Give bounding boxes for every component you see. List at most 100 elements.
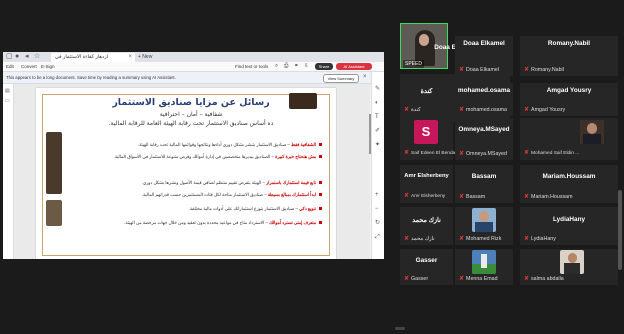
participant-tile[interactable]: Bassam ✘ Bassam bbox=[455, 165, 513, 203]
share-button[interactable]: Share bbox=[315, 63, 333, 70]
view-summary-button[interactable]: View Summary bbox=[323, 74, 359, 83]
participant-name: Doaa Elkamel bbox=[463, 40, 505, 47]
participant-tile[interactable]: ✘ Menna Emad bbox=[455, 249, 513, 285]
avatar bbox=[580, 120, 604, 144]
new-tab-button[interactable]: + New bbox=[138, 53, 152, 61]
participant-label: ✘ Romany.Nabil bbox=[524, 67, 564, 73]
participant-label: ✘ Menna Emad bbox=[459, 276, 498, 282]
participant-name: mohamed.osama bbox=[457, 87, 511, 94]
participant-tile[interactable]: Amr Elsherbeny ✘ Amr Elsherbeny bbox=[400, 165, 453, 203]
participant-label: ✘ mohamed.osama bbox=[459, 107, 507, 113]
participant-label: ✘ Gasser bbox=[404, 276, 429, 282]
participant-label: ✘ Omneya.MSayed bbox=[459, 151, 507, 157]
participant-label: ✘ Bassam bbox=[459, 194, 486, 200]
participant-label: ✘ Amr Elsherbeny bbox=[404, 193, 446, 199]
right-tool-rail: ✎ ◐ T ✐ ✦ + − ↻ ⤢ bbox=[371, 72, 384, 259]
participant-tile[interactable]: mohamed.osama ✘ mohamed.osama bbox=[455, 83, 513, 116]
participant-tile[interactable]: Gasser ✘ Gasser bbox=[400, 249, 453, 285]
side-emblem bbox=[46, 132, 62, 194]
page-thumbnail-icon[interactable]: ▤ bbox=[5, 88, 10, 94]
participant-tile[interactable]: Amgad Yousry ✘ Amgad Yousry bbox=[520, 83, 618, 116]
participant-name: Amgad Yousry bbox=[546, 87, 592, 94]
link-icon[interactable]: ⚭ bbox=[294, 63, 299, 70]
profile-icon[interactable]: ● bbox=[15, 53, 19, 61]
rotate-icon[interactable]: ↻ bbox=[375, 220, 380, 227]
bullet-line: الشفافية فقط – صناديق الاستثمار بتنشر بش… bbox=[138, 142, 322, 148]
participant-name: Romany.Nabil bbox=[547, 40, 591, 47]
participant-tile[interactable]: Mariam.Houssam ✘ Mariam.Houssam bbox=[520, 165, 618, 203]
participant-tile[interactable]: LydiaHany ✘ LydiaHany bbox=[520, 207, 618, 245]
muted-mic-icon: ✘ bbox=[524, 150, 530, 156]
close-tab-icon[interactable]: × bbox=[128, 53, 132, 62]
muted-mic-icon: ✘ bbox=[459, 276, 465, 282]
ai-assistant-button[interactable]: AI Assistant bbox=[336, 63, 372, 70]
search-icon[interactable]: ⌕ bbox=[275, 63, 278, 70]
fit-page-icon[interactable]: ⤢ bbox=[375, 234, 380, 241]
shared-screen: ▢ ● ◂ ☆ ازدهار كفاءة الاستثمار في × + Ne… bbox=[3, 52, 384, 259]
participant-tile[interactable]: ✘ Mohamed Saif Eldin ... bbox=[520, 118, 618, 160]
muted-mic-icon: ✘ bbox=[404, 276, 410, 282]
participant-label: ✘ LydiaHany bbox=[524, 236, 556, 242]
muted-mic-icon: ✘ bbox=[524, 107, 530, 113]
bookmark-icon[interactable]: ▭ bbox=[5, 98, 10, 104]
participant-label: ✘ Amgad Yousry bbox=[524, 107, 566, 113]
muted-mic-icon: ✘ bbox=[459, 236, 465, 242]
menu-esign[interactable]: E-Sign bbox=[41, 63, 55, 70]
bullet-line: ابدأ استثمارك بمبالغ بسيطة – صناديق الاس… bbox=[142, 192, 322, 198]
participant-tile[interactable]: ✘ Mohamed Rizk bbox=[455, 207, 513, 245]
zoom-in-icon[interactable]: + bbox=[375, 192, 379, 199]
participant-name: Mariam.Houssam bbox=[542, 173, 596, 180]
muted-mic-icon: ✘ bbox=[524, 67, 530, 73]
participant-tile[interactable]: Omneya.MSayed ✘ Omneya.MSayed bbox=[455, 118, 513, 160]
page-border bbox=[42, 94, 330, 256]
participant-tile[interactable]: كندة ✘ كندة bbox=[400, 83, 453, 116]
avatar bbox=[472, 250, 496, 274]
participant-tile[interactable]: نازك محمد ✘ نازك محمد bbox=[400, 207, 453, 245]
star-icon[interactable]: ☆ bbox=[34, 53, 40, 61]
document-title: رسائل عن مزايا صناديق الاستثمار bbox=[112, 97, 270, 108]
document-tagline: ده أساس صناديق الاستثمار تحت رقابة الهيئ… bbox=[108, 120, 274, 127]
window-icon[interactable]: ▢ bbox=[6, 53, 13, 61]
back-icon[interactable]: ◂ bbox=[25, 53, 29, 61]
participant-label: ✘ Mohamed Rizk bbox=[459, 236, 502, 242]
download-icon[interactable]: ⇩ bbox=[304, 63, 309, 70]
find-text-field[interactable]: Find text or tools bbox=[235, 63, 268, 70]
close-icon[interactable]: × bbox=[363, 74, 367, 81]
participant-tile[interactable]: Doaa Elkamel ✘ Doaa Elkamel bbox=[455, 36, 513, 76]
browser-tab[interactable]: ازدهار كفاءة الاستثمار في × bbox=[51, 53, 135, 62]
participant-label: ✘ نازك محمد bbox=[404, 236, 435, 242]
participant-scrollbar[interactable] bbox=[618, 190, 622, 270]
stamp-icon[interactable]: ✦ bbox=[375, 142, 380, 149]
participant-name: Amr Elsherbeny bbox=[404, 173, 449, 179]
muted-mic-icon: ✘ bbox=[459, 107, 465, 113]
participant-name: Omneya.MSayed bbox=[458, 126, 510, 133]
participant-tile[interactable]: ✘ salma abdalla bbox=[520, 249, 618, 285]
participant-name: نازك محمد bbox=[412, 217, 441, 224]
document-viewport[interactable]: رسائل عن مزايا صناديق الاستثمار شفافية –… bbox=[14, 84, 371, 259]
draw-icon[interactable]: ✐ bbox=[375, 128, 380, 135]
participant-tile[interactable]: S ✘ Saif Edeen El Bendari bbox=[400, 118, 458, 160]
muted-mic-icon: ✘ bbox=[459, 67, 465, 73]
muted-mic-icon: ✘ bbox=[524, 276, 530, 282]
ai-suggestion-bar: This appears to be a long document. Save… bbox=[3, 72, 384, 84]
avatar: S bbox=[414, 120, 438, 144]
muted-mic-icon: ✘ bbox=[459, 151, 465, 157]
highlight-icon[interactable]: ◐ bbox=[375, 100, 379, 107]
ai-bar-text: This appears to be a long document. Save… bbox=[6, 75, 176, 80]
bullet-line: مش هتحتاج خبرة كبيرة – الصناديق بيديرها … bbox=[114, 154, 322, 160]
print-icon[interactable]: ⎙ bbox=[284, 63, 288, 70]
menu-convert[interactable]: Convert bbox=[21, 63, 37, 70]
bullet-line: متعرف إمتى تسترد أموالك – الاسترداد متاح… bbox=[124, 220, 322, 226]
self-name-label: SPEED bbox=[403, 60, 424, 68]
zoom-out-icon[interactable]: − bbox=[375, 206, 379, 213]
muted-mic-icon: ✘ bbox=[404, 150, 410, 156]
muted-mic-icon: ✘ bbox=[404, 107, 410, 113]
participant-label: ✘ Mohamed Saif Eldin ... bbox=[524, 150, 580, 156]
comment-icon[interactable]: ✎ bbox=[375, 86, 380, 93]
participant-tile[interactable]: Romany.Nabil ✘ Romany.Nabil bbox=[520, 36, 618, 76]
participant-name: كندة bbox=[420, 88, 433, 95]
page-indicator[interactable] bbox=[395, 327, 405, 330]
text-icon[interactable]: T bbox=[375, 114, 379, 121]
fra-logo bbox=[289, 93, 317, 109]
menu-edit[interactable]: Edit bbox=[6, 63, 14, 70]
